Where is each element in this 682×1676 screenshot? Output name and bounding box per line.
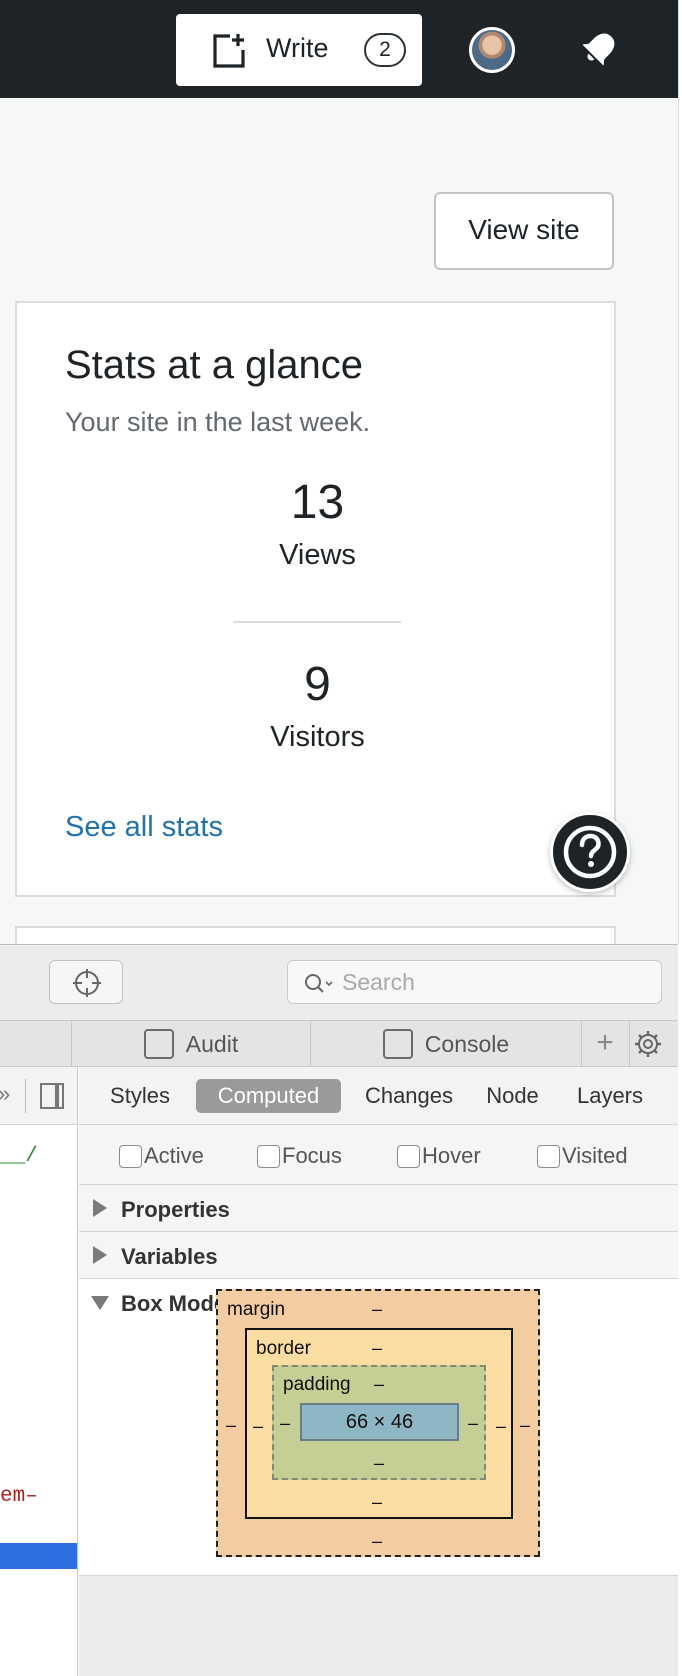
audit-icon [143,1029,174,1059]
tab-layers[interactable]: Layers [565,1079,655,1113]
border-top-value[interactable]: – [372,1338,382,1359]
window-edge [678,0,682,944]
box-model-content-size[interactable]: 66 × 46 [300,1403,459,1441]
disclosure-triangle-icon [93,1246,107,1264]
pseudo-active-checkbox[interactable]: Active [119,1143,204,1169]
padding-top-value[interactable]: – [374,1374,384,1395]
tab-computed[interactable]: Computed [196,1079,341,1113]
dom-toolbar: » [0,1067,77,1125]
sidebar-bottom-bar [79,1575,678,1676]
toggle-sidebar-icon[interactable] [40,1083,64,1109]
margin-right-value[interactable]: – [520,1415,530,1436]
dashboard-page: View site Stats at a glance Your site in… [0,98,678,944]
help-button[interactable] [550,812,630,892]
section-variables-label: Variables [121,1244,218,1269]
devtools-toolbar [0,945,678,1021]
tab-audit-label: Audit [185,1030,239,1057]
chevron-right-icon[interactable]: » [0,1081,10,1107]
stats-divider [233,621,401,623]
pseudo-class-row: Active Focus Hover Visited [79,1125,678,1185]
question-mark-icon [563,825,617,879]
padding-right-value[interactable]: – [468,1413,478,1434]
views-value: 13 [290,476,345,529]
box-model-border: border – – – – padding – – – – 66 × 46 [245,1328,513,1519]
search-input[interactable] [342,967,642,997]
padding-left-value[interactable]: – [280,1413,290,1434]
devtools-search[interactable] [287,960,662,1004]
disclosure-triangle-icon [93,1199,107,1217]
stats-title: Stats at a glance [65,343,363,387]
devtools-panel: Audit Console + » __/ em– Styles Compute… [0,944,678,1676]
next-card [15,926,616,944]
console-icon [382,1029,413,1059]
tab-console-label: Console [424,1030,510,1057]
stats-subtitle: Your site in the last week. [65,407,371,437]
avatar[interactable] [469,27,515,73]
write-button[interactable]: Write 2 [176,14,422,86]
details-sidebar: Styles Computed Changes Node Layers Acti… [79,1067,678,1676]
padding-bottom-value[interactable]: – [374,1453,384,1474]
devtools-tabbar: Audit Console + [0,1021,678,1067]
section-properties[interactable]: Properties [79,1185,678,1232]
search-icon [305,974,333,993]
pseudo-visited-label: Visited [562,1143,628,1168]
dom-line[interactable]: em– [0,1485,38,1508]
tab-audit[interactable]: Audit [72,1021,310,1067]
view-site-button[interactable]: View site [434,192,614,270]
dom-selected-node[interactable] [0,1543,77,1569]
margin-top-value[interactable]: – [372,1299,382,1320]
pseudo-hover-label: Hover [422,1143,481,1168]
dom-line[interactable]: __/ [0,1145,38,1168]
section-properties-label: Properties [121,1197,230,1222]
drafts-count-badge: 2 [364,33,406,67]
disclosure-triangle-icon [91,1296,109,1310]
see-all-stats-link[interactable]: See all stats [65,811,223,844]
section-variables[interactable]: Variables [79,1232,678,1279]
write-icon [213,34,245,68]
visitors-value: 9 [304,658,331,711]
add-tab-button[interactable]: + [583,1021,627,1067]
box-model-margin: margin – – – – border – – – – padding – … [216,1289,540,1557]
element-picker-button[interactable] [49,960,123,1004]
border-label: border [256,1338,311,1359]
tab-styles[interactable]: Styles [95,1079,185,1113]
tab-console[interactable]: Console [311,1021,581,1067]
gear-icon[interactable] [633,1029,663,1059]
margin-left-value[interactable]: – [226,1415,236,1436]
border-left-value[interactable]: – [253,1416,263,1437]
notifications-bell-icon[interactable] [578,26,622,70]
border-right-value[interactable]: – [496,1416,506,1437]
stats-card: Stats at a glance Your site in the last … [15,301,616,897]
masterbar: Write 2 [0,0,678,98]
pseudo-focus-label: Focus [282,1143,342,1168]
pseudo-visited-checkbox[interactable]: Visited [537,1143,628,1169]
pseudo-hover-checkbox[interactable]: Hover [397,1143,481,1169]
box-model-padding: padding – – – – 66 × 46 [272,1365,486,1480]
tab-changes[interactable]: Changes [354,1079,464,1113]
crosshair-icon [73,969,101,997]
sidebar-tabs: Styles Computed Changes Node Layers [79,1067,678,1125]
write-label: Write [266,33,329,63]
pseudo-focus-checkbox[interactable]: Focus [257,1143,342,1169]
border-bottom-value[interactable]: – [372,1492,382,1513]
tab-node[interactable]: Node [475,1079,550,1113]
views-label: Views [279,539,356,571]
margin-label: margin [227,1299,286,1320]
padding-label: padding [283,1374,351,1395]
dom-tree-panel: » __/ em– [0,1067,78,1676]
visitors-label: Visitors [270,721,365,753]
margin-bottom-value[interactable]: – [372,1531,382,1552]
pseudo-active-label: Active [144,1143,204,1168]
